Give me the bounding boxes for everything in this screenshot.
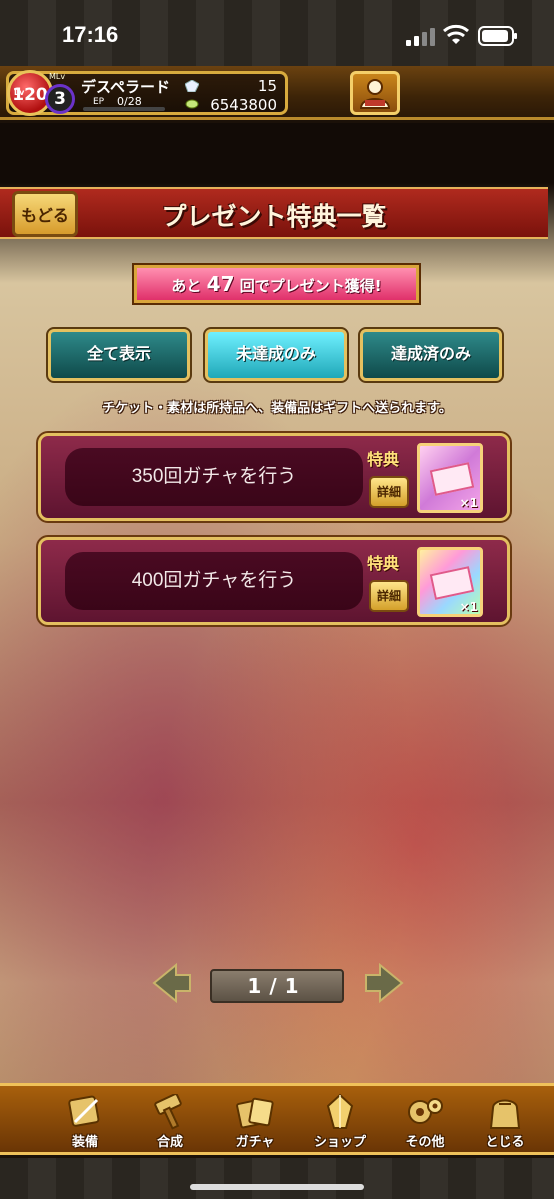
status-bar: 17:16 bbox=[0, 0, 554, 66]
counter-suffix: 回でプレゼント獲得! bbox=[239, 277, 382, 295]
player-panel[interactable]: Lv 120 MLv 3 デスペラード EP 0/28 15 6543800 bbox=[6, 70, 288, 116]
ticket-icon bbox=[429, 566, 475, 600]
friends-button[interactable] bbox=[350, 71, 400, 115]
nav-label: 合成 bbox=[156, 1135, 183, 1150]
level-tag: Lv bbox=[14, 88, 25, 97]
delivery-notice: チケット・素材は所持品へ、装備品はギフトへ送られます。 bbox=[102, 401, 452, 416]
reward-item-thumbnail[interactable]: ×1 bbox=[417, 443, 483, 513]
current-page: 1 bbox=[247, 974, 270, 998]
filter-complete-button[interactable]: 達成済のみ bbox=[358, 327, 504, 383]
counter-prefix: あと bbox=[171, 277, 202, 295]
nav-close[interactable]: とじる bbox=[470, 1094, 540, 1152]
hammer-icon bbox=[154, 1094, 182, 1130]
bonus-label: 特典 bbox=[367, 554, 400, 573]
next-page-button[interactable] bbox=[362, 961, 406, 1005]
back-button[interactable]: もどる bbox=[12, 191, 78, 237]
friends-icon bbox=[359, 79, 391, 109]
reward-quantity: ×1 bbox=[459, 496, 478, 510]
reward-card: 400回ガチャを行う 特典 詳細 ×1 bbox=[36, 535, 512, 627]
detail-button[interactable]: 詳細 bbox=[369, 580, 409, 612]
nav-other[interactable]: その他 bbox=[390, 1094, 460, 1152]
wifi-icon bbox=[443, 24, 469, 44]
ep-label: EP bbox=[93, 97, 105, 107]
coin-icon bbox=[185, 99, 199, 109]
filter-incomplete-button[interactable]: 未達成のみ bbox=[203, 327, 349, 383]
bottom-navigation: 装備 合成 ガチャ ショップ その他 とじる bbox=[0, 1083, 554, 1155]
nav-label: ショップ bbox=[313, 1135, 366, 1150]
present-bonus-screen: プレゼント特典一覧 もどる あと 47 回でプレゼント獲得! 全て表示 未達成の… bbox=[0, 123, 554, 1083]
coin-count: 6543800 bbox=[210, 96, 277, 114]
title-ribbon: プレゼント特典一覧 bbox=[0, 187, 548, 239]
remaining-count: 47 bbox=[206, 272, 235, 296]
nav-synthesis[interactable]: 合成 bbox=[135, 1094, 205, 1152]
page-indicator: 1/1 bbox=[210, 969, 344, 1003]
status-time: 17:16 bbox=[62, 22, 119, 47]
filter-all-button[interactable]: 全て表示 bbox=[46, 327, 192, 383]
master-level-badge: 3 bbox=[45, 84, 75, 114]
nav-label: その他 bbox=[405, 1135, 445, 1150]
nav-shop[interactable]: ショップ bbox=[305, 1094, 375, 1152]
top-bar: Lv 120 MLv 3 デスペラード EP 0/28 15 6543800 bbox=[0, 66, 554, 120]
close-bag-icon bbox=[489, 1099, 521, 1129]
nav-label: 装備 bbox=[71, 1135, 98, 1150]
mission-label: 400回ガチャを行う bbox=[65, 552, 363, 610]
nav-gacha[interactable]: ガチャ bbox=[220, 1094, 290, 1152]
ticket-icon bbox=[429, 462, 475, 496]
nav-label: ガチャ bbox=[235, 1135, 275, 1150]
previous-page-button[interactable] bbox=[150, 961, 194, 1005]
reward-item-thumbnail[interactable]: ×1 bbox=[417, 547, 483, 617]
nav-label: とじる bbox=[485, 1135, 525, 1150]
master-level-value: 3 bbox=[54, 89, 66, 109]
ep-progress-bar bbox=[83, 107, 165, 111]
master-level-tag: MLv bbox=[49, 72, 66, 81]
gears-icon bbox=[408, 1098, 443, 1124]
reward-quantity: ×1 bbox=[459, 600, 478, 614]
nav-equipment[interactable]: 装備 bbox=[50, 1094, 120, 1152]
equipment-icon bbox=[68, 1095, 100, 1127]
bonus-label: 特典 bbox=[367, 450, 400, 469]
crystal-icon bbox=[326, 1094, 354, 1129]
page-separator: / bbox=[269, 974, 285, 998]
player-name: デスペラード bbox=[81, 78, 170, 96]
mission-label: 350回ガチャを行う bbox=[65, 448, 363, 506]
home-indicator[interactable] bbox=[190, 1184, 364, 1190]
bottom-pattern-strip bbox=[0, 1158, 554, 1199]
gem-icon bbox=[185, 80, 199, 92]
gacha-icon bbox=[236, 1097, 274, 1129]
page-title: プレゼント特典一覧 bbox=[161, 202, 387, 231]
battery-icon bbox=[478, 26, 517, 46]
detail-button[interactable]: 詳細 bbox=[369, 476, 409, 508]
gem-count: 15 bbox=[257, 77, 277, 95]
total-pages: 1 bbox=[284, 974, 307, 998]
cellular-signal-icon bbox=[406, 28, 435, 46]
reward-card: 350回ガチャを行う 特典 詳細 ×1 bbox=[36, 431, 512, 523]
remaining-count-banner: あと 47 回でプレゼント獲得! bbox=[132, 263, 421, 305]
